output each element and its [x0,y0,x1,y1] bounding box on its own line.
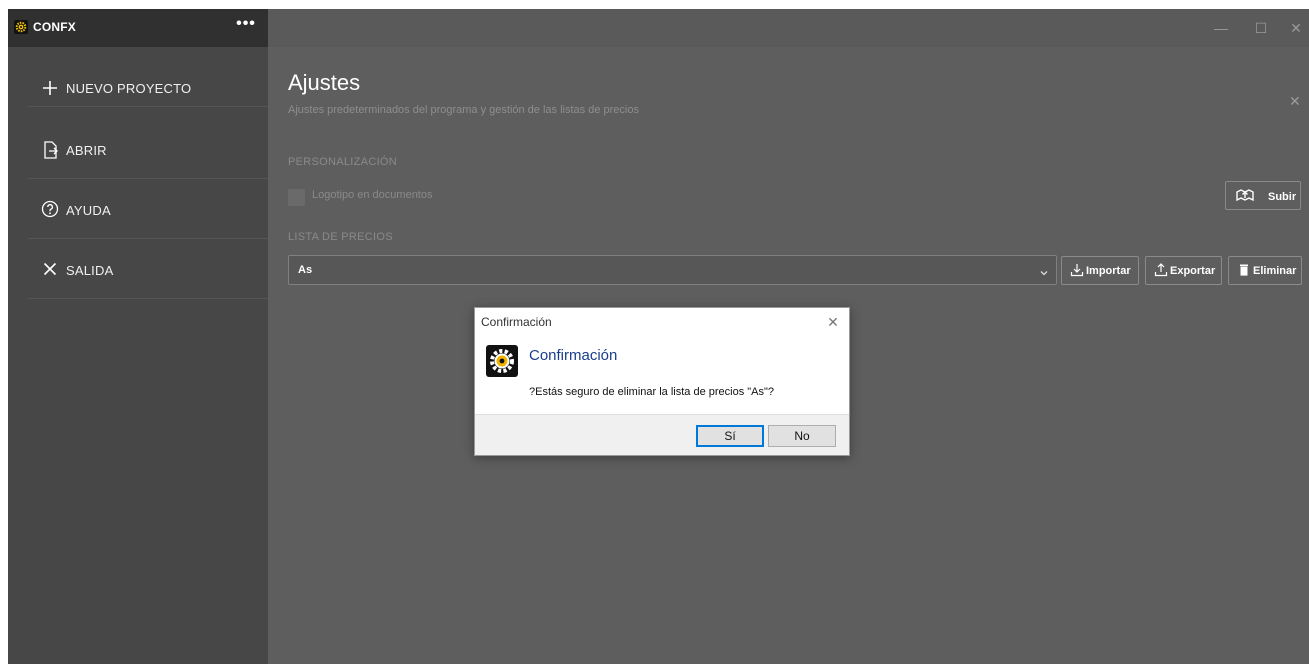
page-subtitle: Ajustes predeterminados del programa y g… [288,104,639,116]
dialog-footer: Sí No [475,414,849,455]
title-bar: — ☐ ✕ [268,9,1309,47]
delete-button[interactable]: Eliminar [1228,256,1302,285]
delete-label: Eliminar [1253,265,1297,277]
trash-icon [1237,263,1251,277]
gear-logo-icon [486,345,518,377]
import-label: Importar [1086,265,1131,277]
price-list-selected-value: As [298,264,313,276]
confirmation-dialog: Confirmación ✕ Confirmación ?Estás segur… [474,307,850,456]
sidebar-item-label: NUEVO PROYECTO [66,81,192,96]
sidebar-item-help[interactable]: AYUDA [28,179,268,239]
gear-logo-icon [14,20,28,34]
export-label: Exportar [1170,265,1216,277]
dialog-title: Confirmación [481,315,552,329]
chevron-down-icon [1039,265,1049,276]
dialog-heading: Confirmación [529,347,618,364]
import-button[interactable]: Importar [1061,256,1139,285]
close-icon [40,259,60,279]
logo-checkbox[interactable] [288,189,305,206]
yes-button[interactable]: Sí [696,425,764,447]
dialog-close-button[interactable]: ✕ [823,312,843,332]
minimize-button[interactable]: — [1203,9,1239,47]
export-button[interactable]: Exportar [1145,256,1222,285]
no-button[interactable]: No [768,425,836,447]
sidebar-item-label: AYUDA [66,203,111,218]
maximize-button[interactable]: ☐ [1243,9,1279,47]
sidebar-item-label: ABRIR [66,143,107,158]
section-label-price-list: LISTA DE PRECIOS [288,231,393,243]
sidebar: CONFX ••• NUEVO PROYECTO ABRIR AYUDA SAL… [8,9,268,664]
page-title: Ajustes [288,70,361,95]
upload-button[interactable]: Subir [1225,181,1301,210]
open-file-icon [40,140,60,160]
ellipsis-icon[interactable]: ••• [234,16,258,37]
sidebar-item-new-project[interactable]: NUEVO PROYECTO [28,57,268,107]
upload-label: Subir [1268,191,1297,203]
window-close-button[interactable]: ✕ [1278,9,1309,47]
dialog-message: ?Estás seguro de eliminar la lista de pr… [529,386,775,398]
download-icon [1070,263,1084,277]
sidebar-header: CONFX ••• [8,9,268,47]
logo-checkbox-label: Logotipo en documentos [312,189,433,201]
sidebar-item-exit[interactable]: SALIDA [28,239,268,299]
section-label-personalization: PERSONALIZACIÓN [288,156,398,168]
sidebar-item-label: SALIDA [66,263,114,278]
app-name: CONFX [33,20,76,34]
plus-icon [40,78,60,98]
close-settings-button[interactable]: ✕ [1289,93,1301,110]
upload-icon [1236,188,1254,202]
price-list-select[interactable]: As [288,255,1057,285]
dialog-title-bar[interactable]: Confirmación ✕ [475,308,849,336]
help-icon [40,199,60,219]
upload-icon [1154,263,1168,277]
sidebar-item-open[interactable]: ABRIR [28,119,268,179]
